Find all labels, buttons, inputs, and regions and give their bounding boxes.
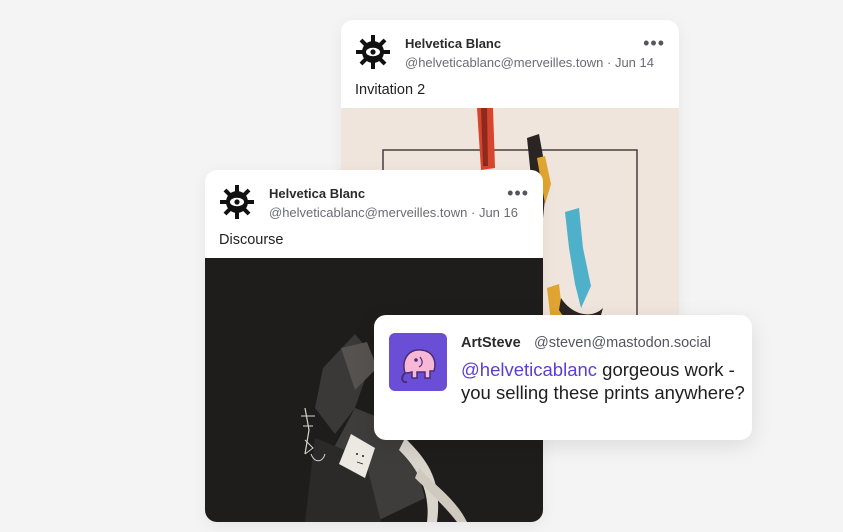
- reply-card[interactable]: ArtSteve @steven@mastodon.social @helvet…: [374, 315, 752, 440]
- more-options-button[interactable]: •••: [507, 183, 529, 204]
- post-author[interactable]: Helvetica Blanc: [269, 186, 365, 201]
- post-header: Helvetica Blanc @helveticablanc@merveill…: [205, 170, 543, 228]
- post-text: Discourse: [219, 232, 284, 248]
- post-author[interactable]: Helvetica Blanc: [405, 36, 501, 51]
- more-options-button[interactable]: •••: [643, 33, 665, 54]
- eye-logo-avatar[interactable]: [355, 34, 391, 70]
- post-handle[interactable]: @helveticablanc@merveilles.town · Jun 14: [405, 55, 654, 70]
- elephant-avatar-icon[interactable]: [389, 333, 447, 391]
- post-header: Helvetica Blanc @helveticablanc@merveill…: [341, 20, 679, 78]
- post-text: Invitation 2: [355, 82, 426, 98]
- post-date[interactable]: Jun 16: [479, 205, 518, 220]
- post-date[interactable]: Jun 14: [615, 55, 654, 70]
- reply-handle[interactable]: @steven@mastodon.social: [534, 335, 711, 351]
- post-handle[interactable]: @helveticablanc@merveilles.town · Jun 16: [269, 205, 518, 220]
- reply-text: @helveticablanc gorgeous work - you sell…: [461, 358, 746, 404]
- mention-link[interactable]: @helveticablanc: [461, 359, 597, 380]
- eye-logo-avatar[interactable]: [219, 184, 255, 220]
- reply-author[interactable]: ArtSteve: [461, 335, 521, 351]
